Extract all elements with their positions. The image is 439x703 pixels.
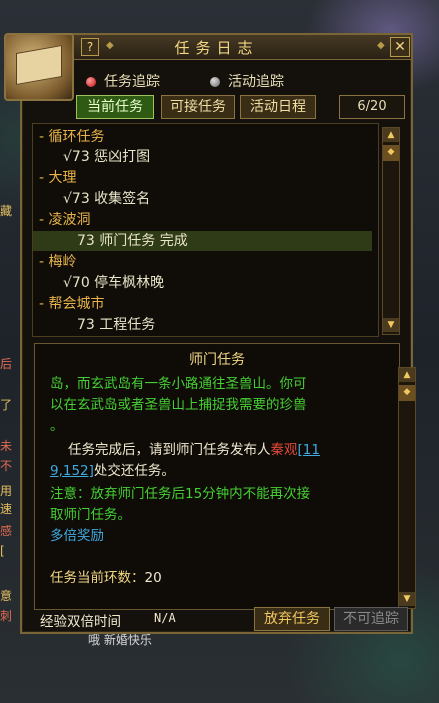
title-bar[interactable]: ? ◆ 任务日志 ◆ ✕ xyxy=(22,35,411,60)
list-item[interactable]: √70 停车枫林晚 xyxy=(63,273,378,293)
list-item[interactable]: - 梅岭 xyxy=(39,252,378,272)
detail-text: 注意：放弃师门任务后15分钟内不能再次接 xyxy=(50,486,311,502)
detail-text: 。 xyxy=(50,418,64,434)
detail-text: 任务完成后，请到师门任务发布人秦观[11 xyxy=(68,442,320,458)
quest-track-label: 任务追踪 xyxy=(104,74,160,90)
list-item[interactable]: 73 工程任务 xyxy=(77,315,378,335)
window-title: 任务日志 xyxy=(174,39,259,57)
bg-char: 了 xyxy=(0,398,13,412)
book-pages xyxy=(16,44,62,86)
bg-char: 感 xyxy=(0,524,13,538)
quest-log-window: ? ◆ 任务日志 ◆ ✕ 任务追踪 活动追踪 当前任务 可接任务 活动日程 6/… xyxy=(20,33,416,634)
coordinate-link[interactable]: [11 xyxy=(298,442,320,458)
exp-double-label: 经验双倍时间 xyxy=(40,614,121,630)
bg-char: 藏 xyxy=(0,204,13,218)
bg-char: 刺 xyxy=(0,609,13,623)
exp-double-value: N/A xyxy=(154,611,176,625)
bottom-bar: 经验双倍时间 N/A 放弃任务 不可追踪 xyxy=(22,607,411,631)
tab-available-quests[interactable]: 可接任务 xyxy=(161,95,235,119)
list-item[interactable]: - 帮会城市 xyxy=(39,294,378,314)
background-chat-strip: 藏 后 了 未 不 用 速 感 [ 意 刺 xyxy=(0,120,22,660)
bg-char: 速 xyxy=(0,502,13,516)
scroll-up-icon[interactable]: ▲ xyxy=(383,128,399,142)
tab-current-quests[interactable]: 当前任务 xyxy=(76,95,154,119)
bg-char: 用 xyxy=(0,484,13,498)
scroll-up-icon[interactable]: ▲ xyxy=(399,368,415,382)
list-item[interactable]: √73 惩凶打图 xyxy=(63,147,378,167)
bg-char: 未 xyxy=(0,439,13,453)
detail-text: 以在玄武岛或者圣兽山上捕捉我需要的珍兽 xyxy=(50,397,307,413)
multi-reward-link[interactable]: 多倍奖励 xyxy=(50,526,104,546)
detail-scrollbar[interactable]: ▲ ◆ ▼ xyxy=(398,367,416,609)
close-button[interactable]: ✕ xyxy=(390,37,410,57)
detail-title: 师门任务 xyxy=(189,352,245,368)
list-item[interactable]: - 循环任务 xyxy=(39,127,378,147)
bg-char: 不 xyxy=(0,459,13,473)
quest-track-radio[interactable]: 任务追踪 xyxy=(86,71,160,91)
scroll-down-icon[interactable]: ▼ xyxy=(383,318,399,332)
bg-char: 意 xyxy=(0,589,13,603)
abandon-quest-button[interactable]: 放弃任务 xyxy=(254,607,330,631)
bg-char: 后 xyxy=(0,357,13,371)
quest-list-scrollbar[interactable]: ▲ ◆ ▼ xyxy=(382,127,400,335)
list-item-selected[interactable]: 73 师门任务 完成 xyxy=(33,231,372,251)
detail-text: 岛，而玄武岛有一条小路通往圣兽山。你可 xyxy=(50,376,307,392)
list-item[interactable]: √73 收集签名 xyxy=(63,189,378,209)
quest-count: 6/20 xyxy=(339,95,405,119)
scroll-thumb[interactable]: ◆ xyxy=(399,385,415,401)
untrack-button[interactable]: 不可追踪 xyxy=(334,607,408,631)
ornament-icon: ◆ xyxy=(377,40,385,51)
list-item[interactable]: - 凌波洞 xyxy=(39,210,378,230)
detail-text: 取师门任务。 xyxy=(50,507,131,523)
quest-list[interactable]: - 循环任务 √73 惩凶打图 - 大理 √73 收集签名 - 凌波洞 73 师… xyxy=(32,123,379,337)
radio-selected-icon xyxy=(86,77,96,87)
list-item[interactable]: - 大理 xyxy=(39,168,378,188)
quest-book-icon xyxy=(4,33,74,101)
bg-char: [ xyxy=(0,544,5,558)
radio-unselected-icon xyxy=(210,77,220,87)
detail-text: 9,152]处交还任务。 xyxy=(50,463,175,479)
tab-activity-schedule[interactable]: 活动日程 xyxy=(240,95,316,119)
activity-track-radio[interactable]: 活动追踪 xyxy=(210,71,284,91)
quest-detail-panel: 师门任务 岛，而玄武岛有一条小路通往圣兽山。你可 以在玄武岛或者圣兽山上捕捉我需… xyxy=(34,343,400,610)
scroll-thumb[interactable]: ◆ xyxy=(383,145,399,161)
rounds-line: 任务当前环数：20 xyxy=(50,570,162,586)
npc-name[interactable]: 秦观 xyxy=(271,442,298,458)
coordinate-link[interactable]: 9,152] xyxy=(50,463,94,479)
activity-track-label: 活动追踪 xyxy=(228,74,284,90)
scroll-down-icon[interactable]: ▼ xyxy=(399,592,415,606)
